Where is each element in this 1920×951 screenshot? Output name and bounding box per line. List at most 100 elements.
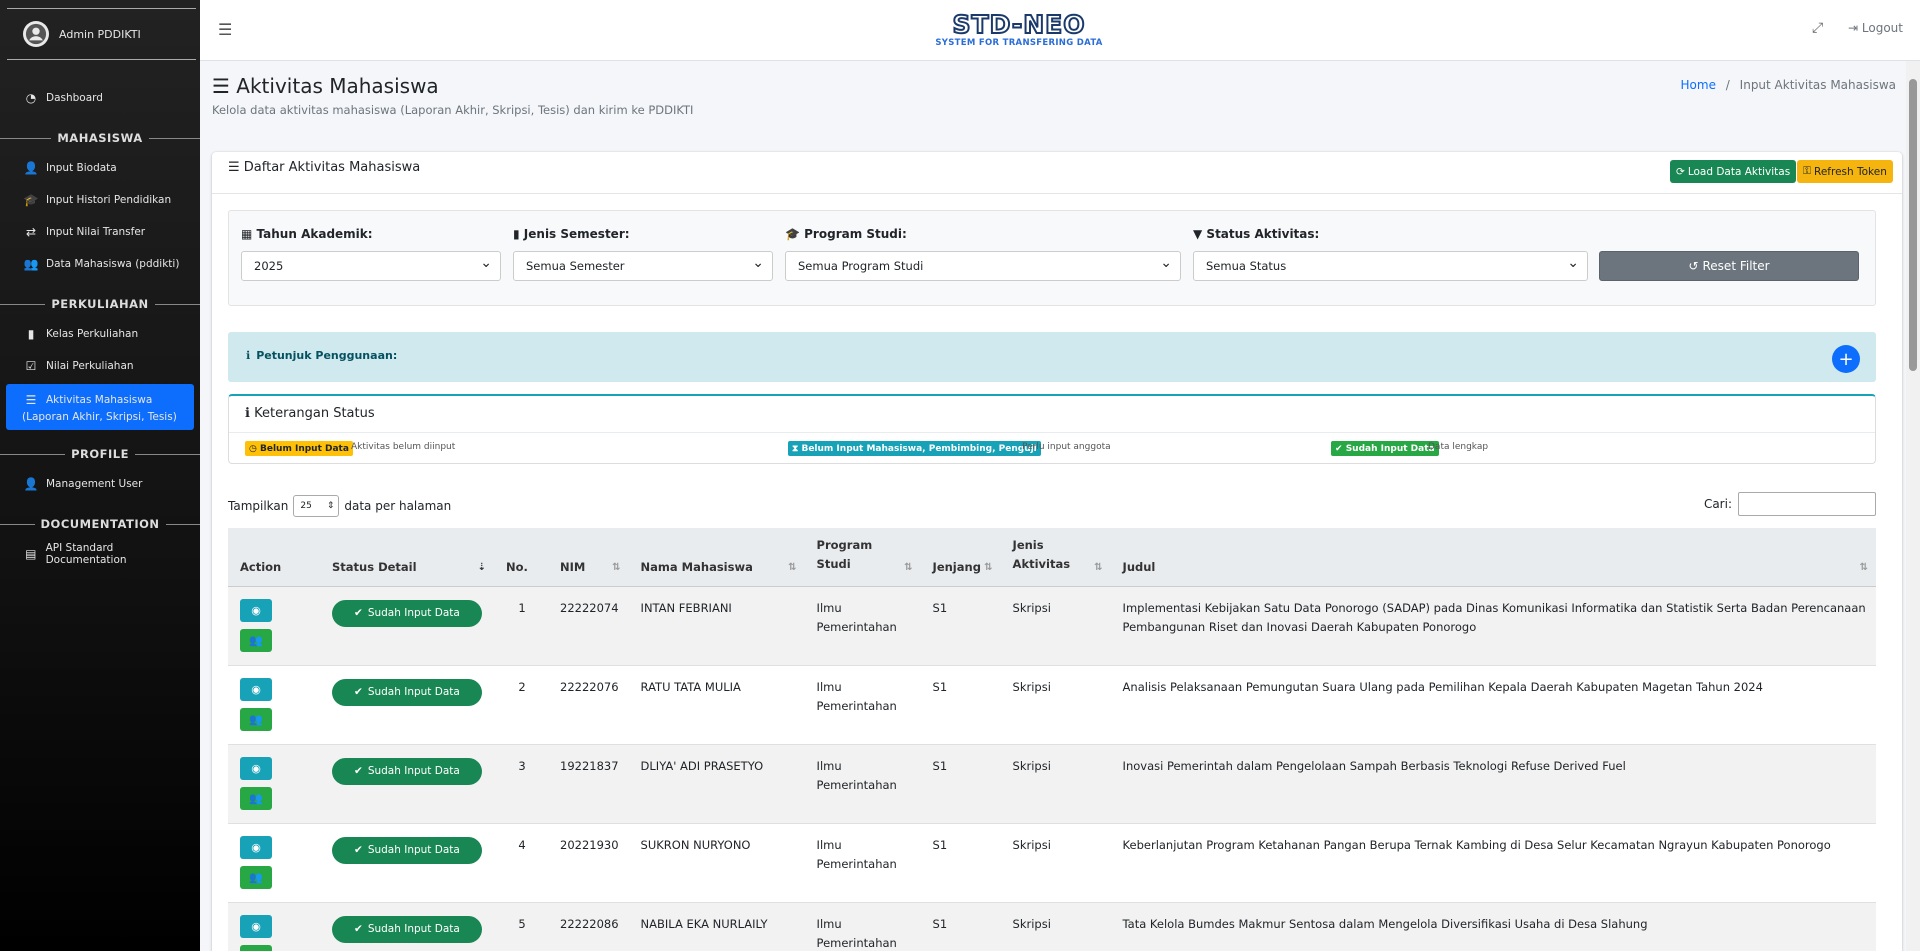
- col-nim[interactable]: NIM ⇅: [548, 528, 629, 587]
- user-avatar-icon: [23, 21, 49, 47]
- col-status[interactable]: Status Detail ⇣: [320, 528, 494, 587]
- sidebar-item-aktivitas-mahasiswa[interactable]: ☰ Aktivitas Mahasiswa (Laporan Akhir, Sk…: [6, 384, 194, 430]
- members-button[interactable]: 👥: [240, 628, 272, 652]
- user-edit-icon: 👤: [23, 161, 39, 175]
- members-button[interactable]: 👥: [240, 786, 272, 810]
- usage-guide-panel: ℹ Petunjuk Penggunaan: +: [228, 332, 1876, 382]
- judul-cell: Keberlanjutan Program Ketahanan Pangan B…: [1110, 823, 1876, 903]
- card-title: ☰ Daftar Aktivitas Mahasiswa: [228, 160, 421, 175]
- status-cell: ✔ Sudah Input Data: [320, 586, 494, 666]
- col-nama[interactable]: Nama Mahasiswa ⇅: [628, 528, 805, 587]
- sidebar-item-label: Management User: [46, 478, 143, 490]
- eye-icon: ◉: [251, 840, 261, 854]
- load-data-button[interactable]: ⟳ Load Data Aktivitas: [1670, 160, 1797, 183]
- badge-belum-input: ◷ Belum Input Data: [245, 441, 353, 456]
- logout-button[interactable]: ⇥ Logout: [1848, 21, 1903, 35]
- filter-panel: ▦ Tahun Akademik: 2025 ▮ Jenis Semester:…: [228, 210, 1876, 306]
- search-input[interactable]: [1738, 492, 1876, 516]
- action-cell: ◉👥: [228, 744, 320, 824]
- status-cell: ✔ Sudah Input Data: [320, 665, 494, 745]
- action-cell: ◉👥: [228, 665, 320, 745]
- refresh-token-button[interactable]: ⚿ Refresh Token: [1797, 160, 1893, 183]
- view-button[interactable]: ◉: [240, 677, 272, 701]
- sidebar-item-input-nilai-transfer[interactable]: ⇄ Input Nilai Transfer: [6, 218, 194, 246]
- nim-cell: 22222086: [548, 902, 629, 951]
- sidebar-item-input-biodata[interactable]: 👤 Input Biodata: [6, 154, 194, 182]
- sidebar-item-data-mahasiswa[interactable]: 👥 Data Mahasiswa (pddikti): [6, 250, 194, 278]
- judul-cell: Analisis Pelaksanaan Pemungutan Suara Ul…: [1110, 665, 1876, 745]
- prodi-select[interactable]: Semua Program Studi: [785, 251, 1181, 281]
- clipboard-check-icon: ☑: [25, 359, 37, 373]
- sidebar-item-nilai-perkuliahan[interactable]: ☑ Nilai Perkuliahan: [6, 352, 194, 380]
- col-no[interactable]: No.: [494, 528, 548, 587]
- status-legend-title: ℹ Keterangan Status: [245, 406, 375, 421]
- view-button[interactable]: ◉: [240, 756, 272, 780]
- expand-button[interactable]: +: [1832, 345, 1860, 373]
- col-action: Action: [228, 528, 320, 587]
- table-row: ◉ 👥 ✔ Sudah Input Data 1 22222074 INTAN FEBRIA…: [228, 586, 1876, 666]
- page-scrollbar[interactable]: [1906, 61, 1920, 951]
- reset-filter-button[interactable]: ↺ Reset Filter: [1599, 251, 1859, 281]
- menu-toggle-icon[interactable]: ☰: [218, 20, 232, 39]
- col-jenjang[interactable]: Jenjang ⇅: [920, 528, 1001, 587]
- page-length-select[interactable]: 25: [293, 495, 340, 517]
- check-circle-icon: ✔: [1335, 443, 1343, 454]
- nama-cell: SUKRON NURYONO: [628, 823, 805, 903]
- scrollbar-thumb[interactable]: [1909, 79, 1917, 371]
- members-button[interactable]: 👥: [240, 865, 272, 889]
- status-cell: ✔ Sudah Input Data: [320, 744, 494, 824]
- nama-cell: NABILA EKA NURLAILY: [628, 902, 805, 951]
- members-button[interactable]: 👥: [240, 707, 272, 731]
- info-icon: ℹ: [245, 406, 250, 421]
- section-header-documentation: DOCUMENTATION: [0, 517, 200, 531]
- status-select[interactable]: Semua Status: [1193, 251, 1588, 281]
- semester-select[interactable]: Semua Semester: [513, 251, 773, 281]
- table-row: ◉ 👥 ✔ Sudah Input Data 3 19221837 DLIYA' ADI P…: [228, 744, 1876, 824]
- prodi-cell: Ilmu Pemerintahan: [804, 823, 921, 903]
- breadcrumb-home[interactable]: Home: [1681, 78, 1716, 92]
- sidebar-item-api-doc[interactable]: ▤ API Standard Documentation: [6, 540, 194, 568]
- graduation-cap-icon: 🎓: [23, 193, 39, 207]
- nim-cell: 22222076: [548, 665, 629, 745]
- sidebar-item-input-histori[interactable]: 🎓 Input Histori Pendidikan: [6, 186, 194, 214]
- status-badge: ✔ Sudah Input Data: [332, 915, 482, 943]
- calendar-icon: ▮: [513, 227, 520, 241]
- sidebar-item-label: Data Mahasiswa (pddikti): [46, 258, 180, 270]
- tahun-label: ▦ Tahun Akademik:: [241, 227, 373, 241]
- sidebar-item-dashboard[interactable]: ◔ Dashboard: [6, 84, 194, 112]
- jenjang-cell: S1: [920, 665, 1001, 745]
- col-judul[interactable]: Judul ⇅: [1110, 528, 1876, 587]
- logout-icon: ⇥: [1848, 21, 1859, 35]
- check-circle-icon: ✔: [354, 606, 363, 619]
- judul-cell: Tata Kelola Bumdes Makmur Sentosa dalam …: [1110, 902, 1876, 951]
- sidebar-item-kelas-perkuliahan[interactable]: ▮ Kelas Perkuliahan: [6, 320, 194, 348]
- section-header-perkuliahan: PERKULIAHAN: [0, 297, 200, 311]
- sidebar-item-label: Input Biodata: [46, 162, 117, 174]
- members-button[interactable]: 👥: [240, 944, 272, 951]
- view-button[interactable]: ◉: [240, 914, 272, 938]
- check-circle-icon: ✔: [354, 843, 363, 856]
- app-logo: STD-NEO SYSTEM FOR TRANSFERING DATA: [935, 10, 1103, 49]
- status-label: ▼ Status Aktivitas:: [1193, 227, 1320, 241]
- prodi-label: 🎓 Program Studi:: [785, 227, 907, 241]
- tahun-select[interactable]: 2025: [241, 251, 501, 281]
- jenjang-cell: S1: [920, 744, 1001, 824]
- col-prodi[interactable]: Program Studi ⇅: [804, 528, 921, 587]
- view-button[interactable]: ◉: [240, 598, 272, 622]
- fullscreen-icon[interactable]: ⤢: [1812, 20, 1823, 36]
- user-gear-icon: 👤: [23, 477, 39, 491]
- table-row: ◉ 👥 ✔ Sudah Input Data 2 22222076 RATU TATA MU…: [228, 665, 1876, 745]
- jenjang-cell: S1: [920, 586, 1001, 666]
- user-panel[interactable]: Admin PDDIKTI: [7, 8, 196, 60]
- sidebar-item-management-user[interactable]: 👤 Management User: [6, 470, 194, 498]
- jenis-cell: Skripsi: [1000, 665, 1111, 745]
- hourglass-icon: ⧗: [792, 443, 799, 454]
- col-jenis[interactable]: Jenis Aktivitas ⇅: [1000, 528, 1111, 587]
- view-button[interactable]: ◉: [240, 835, 272, 859]
- sidebar: Admin PDDIKTI ◔ Dashboard MAHASISWA 👤 In…: [0, 0, 200, 951]
- check-circle-icon: ✔: [354, 764, 363, 777]
- prodi-cell: Ilmu Pemerintahan: [804, 586, 921, 666]
- info-icon: ℹ: [246, 349, 251, 362]
- status-badge: ✔ Sudah Input Data: [332, 836, 482, 864]
- badge-sudah-input: ✔ Sudah Input Data: [1331, 441, 1439, 456]
